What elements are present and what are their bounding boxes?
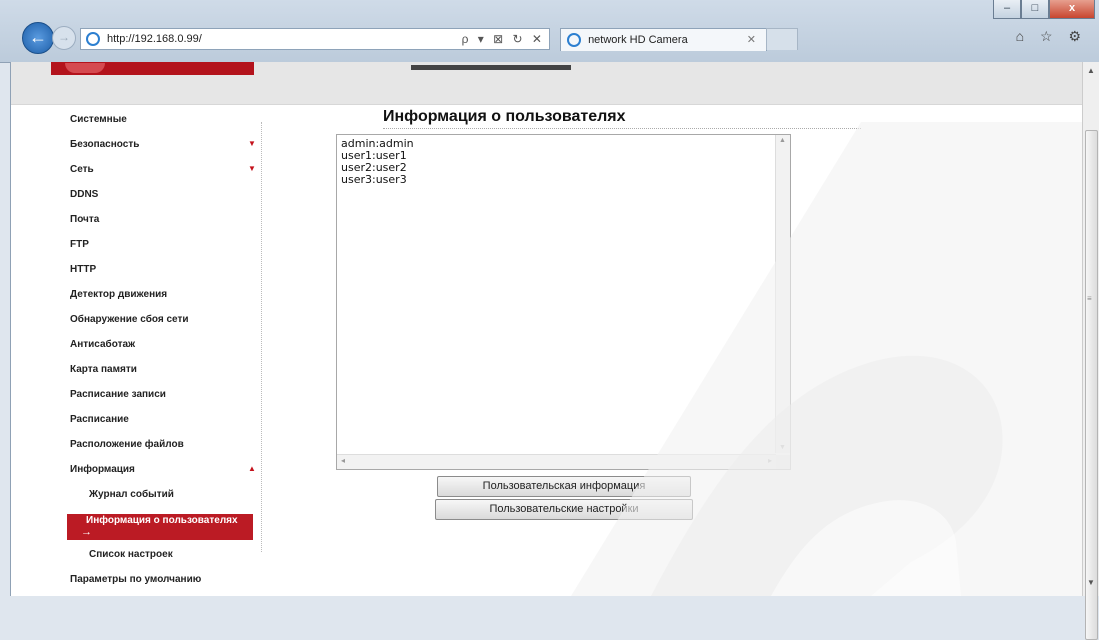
expand-arrow-icon[interactable]: ▼ [248,164,256,173]
textarea-horizontal-scrollbar[interactable]: ◂ ▸ [337,454,776,469]
scroll-grip-icon: ≡ [1087,294,1092,303]
scroll-down-icon[interactable]: ▼ [779,444,786,451]
user-entry: user3:user3 [341,173,407,186]
nav-item-http[interactable]: HTTP [70,264,96,275]
scroll-up-icon[interactable]: ▲ [779,137,786,144]
address-url[interactable]: http://192.168.0.99/ [107,29,202,49]
window-buttons: – □ x [993,0,1095,19]
settings-sidebar: Системные Безопасность ▼ Сеть ▼ DDNS Поч… [11,104,261,596]
nav-item-network-failure[interactable]: Обнаружение сбоя сети [70,314,189,325]
nav-item-antisabotage[interactable]: Антисаботаж [70,339,135,350]
nav-item-ftp[interactable]: FTP [70,239,89,250]
user-info-button[interactable]: Пользовательская информация [437,476,691,497]
nav-item-network[interactable]: Сеть [70,164,94,175]
page-title: Информация о пользователях [383,108,626,125]
page-viewport: Системные Безопасность ▼ Сеть ▼ DDNS Поч… [10,62,1083,596]
nav-subitem-event-log[interactable]: Журнал событий [89,489,174,500]
scroll-up-icon[interactable]: ▲ [1083,66,1099,80]
nav-item-security[interactable]: Безопасность [70,139,139,150]
scroll-thumb[interactable] [1085,130,1098,640]
browser-tab-active[interactable]: network HD Camera ✕ [560,28,767,51]
textarea-vertical-scrollbar[interactable]: ▲ ▼ [775,135,790,453]
nav-item-information[interactable]: Информация [70,464,135,475]
address-bar[interactable]: http://192.168.0.99/ ρ ▾ ⊠ ↻ ✕ [80,28,550,50]
scroll-down-icon[interactable]: ▼ [1083,578,1099,592]
nav-item-schedule[interactable]: Расписание [70,414,129,425]
textarea-scroll-corner [776,455,790,469]
tab-ie-icon [567,33,581,47]
nav-item-defaults[interactable]: Параметры по умолчанию [70,574,201,585]
sidebar-divider [261,122,262,552]
nav-subitem-user-info-active[interactable]: Информация о пользователях → [67,514,253,540]
nav-subitem-settings-list[interactable]: Список настроек [89,549,173,560]
minimize-button[interactable]: – [993,0,1021,19]
brand-logo [51,62,254,75]
tab-title: network HD Camera [588,34,688,46]
logo-swirl [65,63,105,73]
user-list-lines: admin:admin user1:user1 user2:user2 user… [341,138,414,186]
forward-arrow-icon[interactable]: → [52,26,76,50]
user-settings-button[interactable]: Пользовательские настройки [435,499,693,520]
address-search-refresh-icons[interactable]: ρ ▾ ⊠ ↻ ✕ [462,29,545,49]
close-window-button[interactable]: x [1049,0,1095,19]
nav-item-mail[interactable]: Почта [70,214,99,225]
back-arrow-icon[interactable]: ← [22,22,54,54]
scroll-right-icon[interactable]: ▸ [768,456,772,465]
nav-item-file-location[interactable]: Расположение файлов [70,439,184,450]
nav-item-record-schedule[interactable]: Расписание записи [70,389,166,400]
user-list-textarea[interactable]: admin:admin user1:user1 user2:user2 user… [336,134,791,470]
header-progress-bar [411,65,571,70]
ie-logo-icon [86,32,100,46]
new-tab-button[interactable] [766,28,798,50]
collapse-arrow-icon[interactable]: ▲ [248,464,256,473]
home-favorites-settings-icons[interactable]: ⌂ ☆ ⚙ [1016,28,1087,45]
right-arrow-icon: → [81,526,92,538]
page-vertical-scrollbar[interactable]: ▲ ≡ ▼ [1082,62,1099,640]
scroll-left-icon[interactable]: ◂ [341,456,345,465]
maximize-button[interactable]: □ [1021,0,1049,19]
nav-item-ddns[interactable]: DDNS [70,189,98,200]
tab-close-icon[interactable]: ✕ [747,29,756,51]
nav-item-motion-detection[interactable]: Детектор движения [70,289,167,300]
page-header [11,62,1083,105]
title-divider [383,128,861,129]
browser-titlebar: – □ x ← → http://192.168.0.99/ ρ ▾ ⊠ ↻ ✕… [0,0,1099,63]
nav-item-memory-card[interactable]: Карта памяти [70,364,137,375]
nav-item-system[interactable]: Системные [70,114,127,125]
nav-subitem-user-info-label: Информация о пользователях [86,515,238,526]
expand-arrow-icon[interactable]: ▼ [248,139,256,148]
